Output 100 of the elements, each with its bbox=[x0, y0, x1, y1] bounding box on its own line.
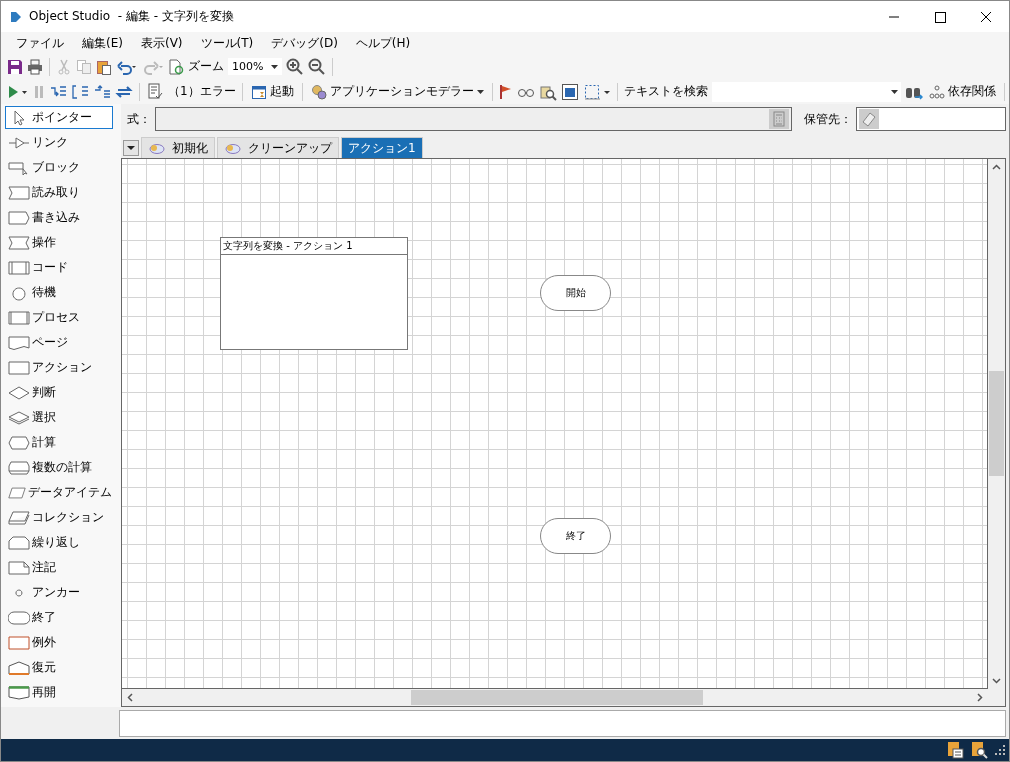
palette-item[interactable]: リンク bbox=[5, 131, 113, 154]
shape-icon bbox=[8, 609, 30, 626]
menu-item[interactable]: ファイル bbox=[7, 34, 73, 52]
shape-icon bbox=[8, 559, 30, 576]
palette-item[interactable]: 書き込み bbox=[5, 206, 113, 229]
shape-icon bbox=[8, 484, 26, 501]
shape-icon bbox=[8, 159, 30, 176]
start-stage[interactable]: 開始 bbox=[540, 275, 611, 311]
palette-item[interactable]: 終了 bbox=[5, 606, 113, 629]
shape-icon bbox=[8, 409, 30, 426]
shape-icon bbox=[8, 259, 30, 276]
palette-item[interactable]: 再開 bbox=[5, 681, 113, 704]
document-search-icon[interactable] bbox=[970, 741, 988, 759]
refresh-page-icon[interactable] bbox=[168, 58, 184, 75]
palette-item[interactable]: 繰り返し bbox=[5, 531, 113, 554]
page-block[interactable]: 文字列を変換 - アクション 1 bbox=[220, 237, 408, 350]
palette-item[interactable]: ポインター bbox=[5, 106, 113, 129]
palette-item[interactable]: コレクション bbox=[5, 506, 113, 529]
menu-item[interactable]: 編集(E) bbox=[73, 34, 132, 52]
shape-icon bbox=[8, 334, 30, 351]
palette-item[interactable]: アンカー bbox=[5, 581, 113, 604]
shape-icon bbox=[14, 109, 25, 126]
selection-grid-icon[interactable] bbox=[582, 82, 611, 101]
checklist-icon[interactable] bbox=[146, 82, 164, 101]
paste-icon[interactable] bbox=[96, 58, 112, 75]
shape-icon bbox=[8, 134, 30, 151]
page-tab[interactable]: 初期化 bbox=[141, 137, 215, 158]
window-hourglass-icon bbox=[250, 83, 267, 100]
shape-icon bbox=[8, 659, 30, 676]
shape-icon bbox=[8, 634, 30, 651]
palette-item[interactable]: 例外 bbox=[5, 631, 113, 654]
menu-item[interactable]: デバッグ(D) bbox=[262, 34, 347, 52]
palette-item[interactable]: 待機 bbox=[5, 281, 113, 304]
palette-item[interactable]: プロセス bbox=[5, 306, 113, 329]
resize-grip-icon[interactable] bbox=[994, 744, 1006, 756]
shape-icon bbox=[8, 434, 30, 451]
shape-icon bbox=[8, 234, 30, 251]
flag-icon[interactable] bbox=[498, 83, 513, 100]
scroll-thumb[interactable] bbox=[989, 371, 1004, 476]
zoom-label: ズーム bbox=[188, 58, 224, 75]
eraser-icon bbox=[859, 109, 879, 129]
shape-icon bbox=[8, 184, 30, 201]
store-in-label: 保管先： bbox=[804, 110, 852, 128]
menu-item[interactable]: ツール(T) bbox=[191, 34, 263, 52]
undo-icon[interactable] bbox=[116, 58, 138, 75]
dropdown-caret-icon bbox=[271, 64, 279, 69]
printer-icon[interactable] bbox=[27, 58, 43, 75]
expression-field[interactable] bbox=[155, 107, 792, 131]
palette-item[interactable]: 操作 bbox=[5, 231, 113, 254]
document-list-icon[interactable] bbox=[946, 741, 964, 759]
window-title: Object Studio - 編集 - 文字列を変換 bbox=[29, 8, 235, 25]
page-tab[interactable]: クリーンアップ bbox=[217, 137, 339, 158]
palette-item[interactable]: データアイテム bbox=[5, 481, 113, 504]
menu-item[interactable]: 表示(V) bbox=[131, 34, 192, 52]
palette-item[interactable]: 復元 bbox=[5, 656, 113, 679]
app-logo-icon bbox=[9, 9, 23, 24]
palette-item[interactable]: ページ bbox=[5, 331, 113, 354]
palette-item[interactable]: 複数の計算 bbox=[5, 456, 113, 479]
end-stage[interactable]: 終了 bbox=[540, 518, 611, 554]
dropdown-caret-icon bbox=[890, 89, 898, 94]
palette-item[interactable]: 計算 bbox=[5, 431, 113, 454]
shape-icon bbox=[8, 209, 30, 226]
zoom-out-icon[interactable] bbox=[308, 57, 327, 76]
tab-list-dropdown-icon[interactable] bbox=[123, 140, 139, 156]
dropdown-caret-icon bbox=[476, 89, 484, 94]
shape-icon bbox=[8, 309, 30, 326]
scroll-thumb[interactable] bbox=[411, 690, 703, 705]
palette-item[interactable]: ブロック bbox=[5, 156, 113, 179]
search-label: テキストを検索 bbox=[623, 83, 708, 100]
shape-icon bbox=[8, 509, 30, 526]
search-field[interactable] bbox=[711, 81, 901, 102]
error-count[interactable]: （1）エラー bbox=[168, 83, 236, 100]
zoom-in-icon[interactable] bbox=[286, 57, 305, 76]
shape-icon bbox=[8, 459, 30, 476]
step-out-icon[interactable] bbox=[93, 83, 111, 100]
shape-icon bbox=[8, 384, 30, 401]
menu-item[interactable]: ヘルプ(H) bbox=[346, 34, 420, 52]
launch-button[interactable]: 起動 bbox=[248, 83, 296, 100]
palette-item[interactable]: 読み取り bbox=[5, 181, 113, 204]
shape-icon bbox=[8, 534, 30, 551]
palette-item[interactable]: アクション bbox=[5, 356, 113, 379]
palette-item[interactable]: 注記 bbox=[5, 556, 113, 579]
palette-item[interactable]: コード bbox=[5, 256, 113, 279]
page-tab[interactable]: アクション1 bbox=[341, 137, 423, 158]
zoom-dropdown[interactable]: 100% bbox=[228, 58, 283, 75]
store-in-field[interactable] bbox=[856, 107, 1006, 131]
palette-item[interactable]: 選択 bbox=[5, 406, 113, 429]
expression-label: 式： bbox=[127, 110, 151, 128]
dependencies-button[interactable]: 依存関係 bbox=[926, 83, 998, 100]
application-modeller-button[interactable]: アプリケーションモデラー bbox=[308, 83, 486, 100]
gears-icon bbox=[310, 83, 327, 100]
panel-icon[interactable] bbox=[560, 82, 579, 101]
step-over-icon[interactable] bbox=[71, 83, 89, 100]
palette-item[interactable]: 判断 bbox=[5, 381, 113, 404]
diagram-canvas[interactable]: 文字列を変換 - アクション 1 開始 終了 bbox=[122, 159, 988, 689]
hierarchy-icon bbox=[928, 83, 945, 100]
block-title: 文字列を変換 - アクション 1 bbox=[221, 238, 407, 255]
run-icon[interactable] bbox=[7, 83, 29, 100]
reset-icon[interactable] bbox=[115, 83, 133, 100]
save-icon[interactable] bbox=[7, 58, 23, 75]
